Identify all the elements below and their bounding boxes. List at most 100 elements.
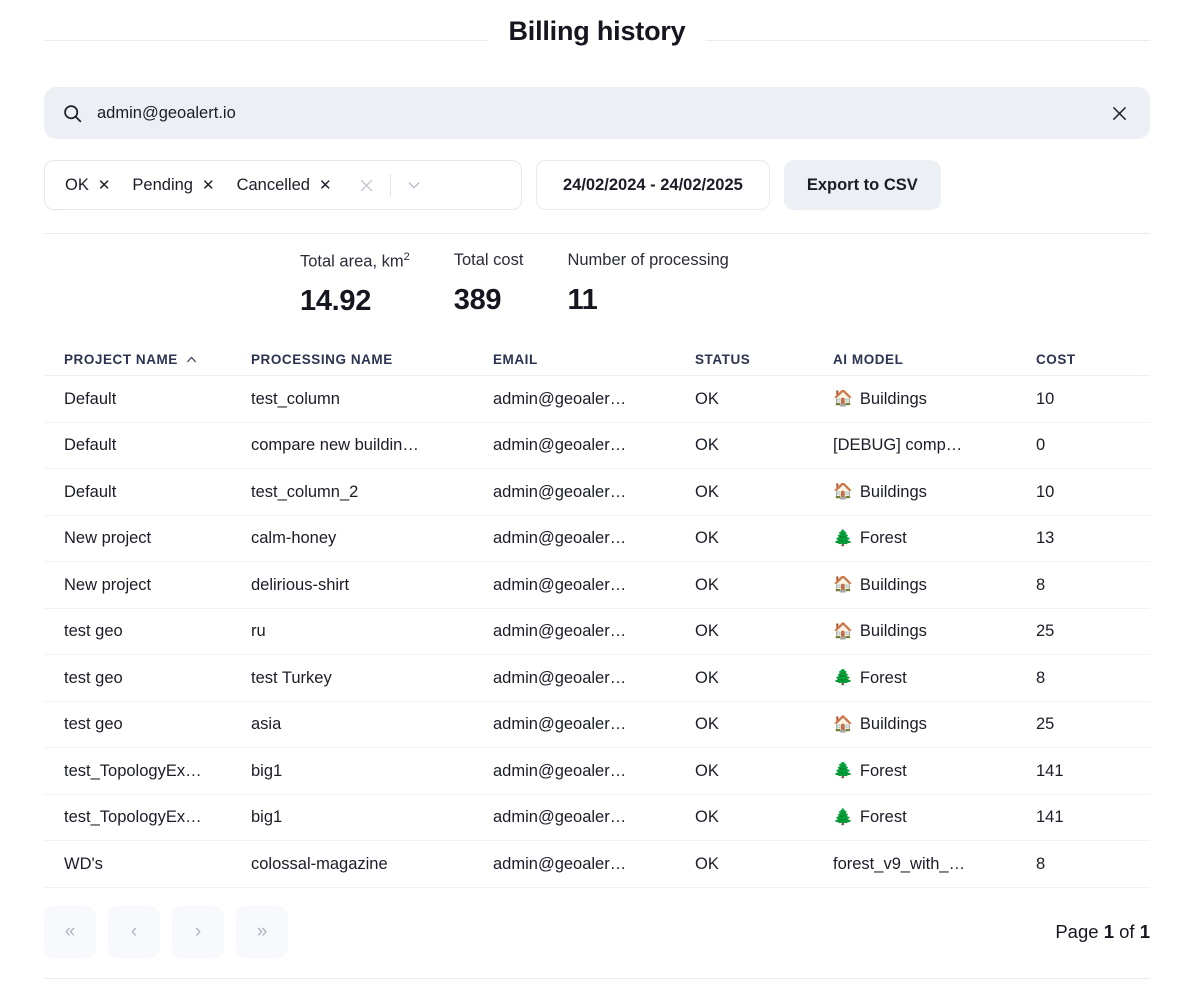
- table-row[interactable]: test geo test Turkey admin@geoaler… OK 🌲 Fore…: [44, 655, 1150, 702]
- remove-tag-icon[interactable]: ✕: [98, 178, 111, 193]
- billing-history-page: Billing history admin@geoalert.io OK ✕ P…: [0, 0, 1194, 1007]
- cell-cost: 13: [1036, 529, 1055, 548]
- column-header-processing-name[interactable]: PROCESSING NAME: [251, 352, 493, 367]
- table-row[interactable]: test_TopologyEx… big1 admin@geoaler… OK 🌲 For…: [44, 748, 1150, 795]
- cell-project-name: Default: [64, 389, 117, 408]
- cell-status: OK: [695, 761, 719, 780]
- export-to-csv-button[interactable]: Export to CSV: [783, 160, 941, 210]
- cell-project-name: test_TopologyEx…: [64, 808, 202, 827]
- status-multiselect[interactable]: OK ✕ Pending ✕ Cancelled ✕: [44, 160, 522, 210]
- cell-status: OK: [695, 668, 719, 687]
- cell-project-name: test geo: [64, 668, 123, 687]
- chevron-up-icon: [185, 353, 198, 366]
- cell-processing-name: asia: [251, 715, 282, 734]
- clear-search-icon[interactable]: [1108, 102, 1130, 124]
- table-row[interactable]: test geo ru admin@geoaler… OK 🏠 Buildings 25: [44, 609, 1150, 656]
- stat-value: 14.92: [300, 285, 372, 318]
- next-page-button[interactable]: ›: [172, 905, 224, 958]
- ai-model-icon: 🏠: [833, 622, 853, 640]
- ai-model-icon: 🌲: [833, 669, 853, 687]
- cell-cost: 8: [1036, 575, 1046, 594]
- cell-status: OK: [695, 436, 719, 455]
- cell-status: OK: [695, 482, 719, 501]
- cell-cost: 8: [1036, 668, 1046, 687]
- cell-ai-model: 🏠 Buildings: [833, 575, 927, 594]
- table-row[interactable]: Default test_column_2 admin@geoaler… OK 🏠 Bui…: [44, 469, 1150, 516]
- ai-model-icon: 🌲: [833, 529, 853, 547]
- column-header-email[interactable]: EMAIL: [493, 352, 695, 367]
- cell-processing-name: big1: [251, 761, 283, 780]
- cell-processing-name: test Turkey: [251, 668, 332, 687]
- cell-status: OK: [695, 389, 719, 408]
- ai-model-icon: 🏠: [833, 715, 853, 733]
- footer-divider: [44, 977, 1150, 979]
- cell-ai-model: 🌲 Forest: [833, 668, 907, 687]
- cell-cost: 141: [1036, 808, 1064, 827]
- column-header-ai-model[interactable]: AI MODEL: [833, 352, 1036, 367]
- multiselect-divider: [389, 174, 391, 196]
- filter-toolbar: OK ✕ Pending ✕ Cancelled ✕ 24/02/2024 - …: [0, 139, 1194, 210]
- chevron-down-icon[interactable]: [401, 172, 427, 198]
- cell-email: admin@geoaler…: [493, 668, 627, 687]
- cell-ai-model: 🏠 Buildings: [833, 389, 927, 408]
- remove-tag-icon[interactable]: ✕: [202, 178, 215, 193]
- first-page-button[interactable]: «: [44, 905, 96, 958]
- stat-label: Total area, km2: [300, 251, 410, 271]
- last-page-button[interactable]: »: [236, 905, 288, 958]
- ai-model-icon: 🌲: [833, 808, 853, 826]
- stat-label: Total cost: [453, 251, 524, 269]
- status-tag-label: Pending: [132, 175, 193, 194]
- cell-project-name: New project: [64, 575, 152, 594]
- column-header-project-name[interactable]: PROJECT NAME: [44, 352, 251, 367]
- cell-project-name: test geo: [64, 622, 123, 641]
- date-range-picker[interactable]: 24/02/2024 - 24/02/2025: [536, 160, 770, 210]
- cell-ai-model: forest_v9_with_…: [833, 854, 966, 873]
- status-tag-pending[interactable]: Pending ✕: [132, 176, 236, 195]
- table-row[interactable]: WD's colossal-magazine admin@geoaler… OK for…: [44, 841, 1150, 888]
- cell-processing-name: calm-honey: [251, 529, 337, 548]
- table-row[interactable]: test geo asia admin@geoaler… OK 🏠 Buildings 25: [44, 702, 1150, 749]
- table-body: Default test_column admin@geoaler… OK 🏠 Build…: [44, 376, 1150, 888]
- stat-value: 389: [453, 283, 502, 316]
- stat-total-cost: Total cost 389: [454, 251, 568, 316]
- cell-email: admin@geoaler…: [493, 575, 627, 594]
- cell-status: OK: [695, 622, 719, 641]
- stats-summary: Total area, km2 14.92 Total cost 389 Num…: [0, 234, 1194, 316]
- cell-cost: 10: [1036, 482, 1055, 501]
- cell-cost: 10: [1036, 389, 1055, 408]
- cell-status: OK: [695, 529, 719, 548]
- billing-table: PROJECT NAME PROCESSING NAME EMAIL STATU…: [44, 343, 1150, 888]
- cell-processing-name: colossal-magazine: [251, 854, 388, 873]
- column-header-status[interactable]: STATUS: [695, 352, 833, 367]
- table-row[interactable]: New project delirious-shirt admin@geoaler……: [44, 562, 1150, 609]
- cell-email: admin@geoaler…: [493, 436, 627, 455]
- page-indicator: Page 1 of 1: [1055, 920, 1150, 942]
- status-tag-cancelled[interactable]: Cancelled ✕: [237, 176, 354, 195]
- table-row[interactable]: Default compare new buildin… admin@geoaler…: [44, 423, 1150, 470]
- table-row[interactable]: New project calm-honey admin@geoaler… OK 🌲 Fo…: [44, 516, 1150, 563]
- status-tag-label: OK: [65, 175, 89, 194]
- ai-model-icon: 🏠: [833, 483, 853, 501]
- cell-email: admin@geoaler…: [493, 389, 627, 408]
- cell-status: OK: [695, 808, 719, 827]
- cell-email: admin@geoaler…: [493, 622, 627, 641]
- remove-tag-icon[interactable]: ✕: [319, 178, 332, 193]
- table-header-row: PROJECT NAME PROCESSING NAME EMAIL STATU…: [44, 343, 1150, 377]
- cell-ai-model: 🌲 Forest: [833, 529, 907, 548]
- search-icon: [62, 103, 83, 124]
- stat-number-of-processing: Number of processing 11: [567, 251, 772, 316]
- search-bar[interactable]: admin@geoalert.io: [44, 87, 1150, 139]
- cell-project-name: Default: [64, 436, 117, 455]
- pagination: « ‹ › » Page 1 of 1: [0, 888, 1194, 958]
- status-tag-label: Cancelled: [236, 175, 310, 194]
- search-input[interactable]: admin@geoalert.io: [97, 104, 1094, 123]
- previous-page-button[interactable]: ‹: [108, 905, 160, 958]
- cell-ai-model: 🌲 Forest: [833, 761, 907, 780]
- table-row[interactable]: test_TopologyEx… big1 admin@geoaler… OK 🌲 For…: [44, 795, 1150, 842]
- clear-all-filters-icon[interactable]: [354, 172, 380, 198]
- cell-project-name: New project: [64, 529, 152, 548]
- column-header-cost[interactable]: COST: [1036, 352, 1150, 367]
- table-row[interactable]: Default test_column admin@geoaler… OK 🏠 Build…: [44, 376, 1150, 423]
- cell-processing-name: test_column_2: [251, 482, 359, 501]
- status-tag-ok[interactable]: OK ✕: [65, 176, 132, 195]
